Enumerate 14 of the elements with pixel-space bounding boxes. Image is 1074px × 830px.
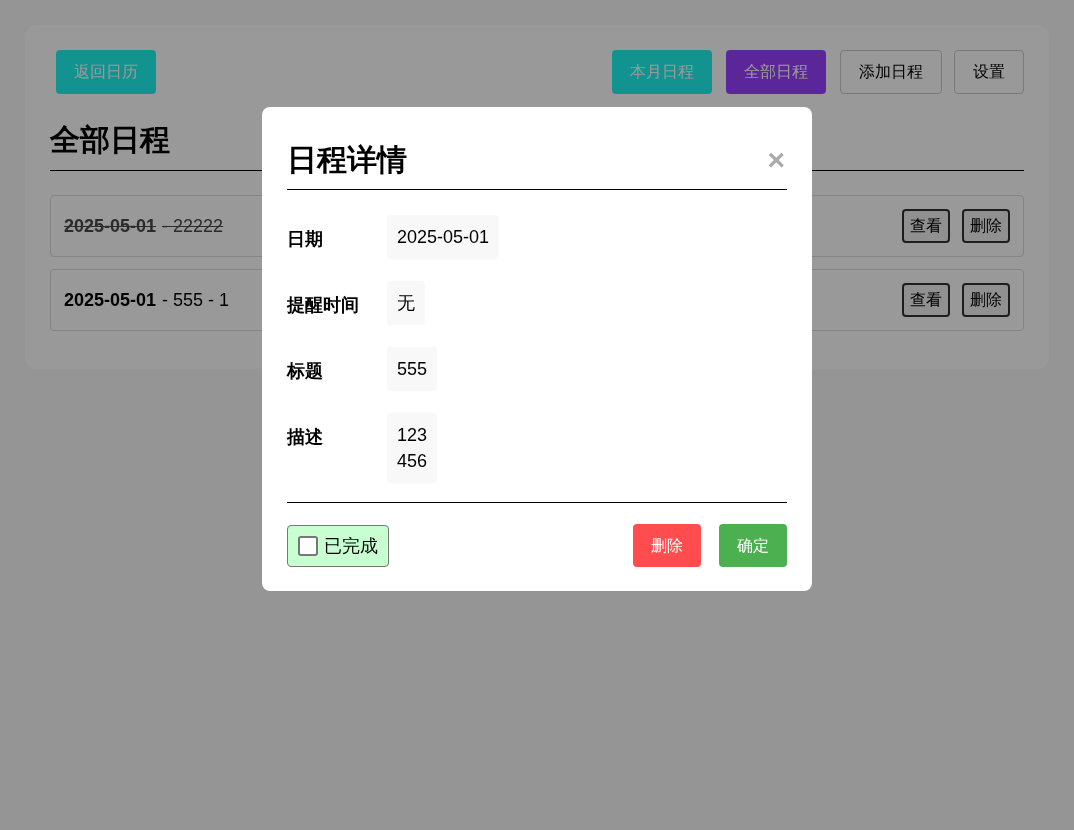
field-value: 555 [387, 347, 438, 391]
event-title: - 22222 [162, 215, 224, 238]
field-label: 描述 [287, 426, 324, 449]
event-date: 2025-05-01 [64, 215, 157, 238]
field-label: 提醒时间 [287, 294, 360, 317]
event-title: - 555 - 1 [162, 289, 230, 312]
field-value: 无 [387, 281, 425, 325]
event-date: 2025-05-01 [64, 289, 157, 312]
field-value: 123 456 [387, 413, 438, 483]
field-label: 日期 [287, 228, 324, 251]
page-title: 全部日程 [50, 122, 170, 158]
dialog-title: 日程详情 [287, 142, 407, 178]
field-label: 标题 [287, 360, 324, 383]
field-value: 2025-05-01 [387, 215, 500, 259]
